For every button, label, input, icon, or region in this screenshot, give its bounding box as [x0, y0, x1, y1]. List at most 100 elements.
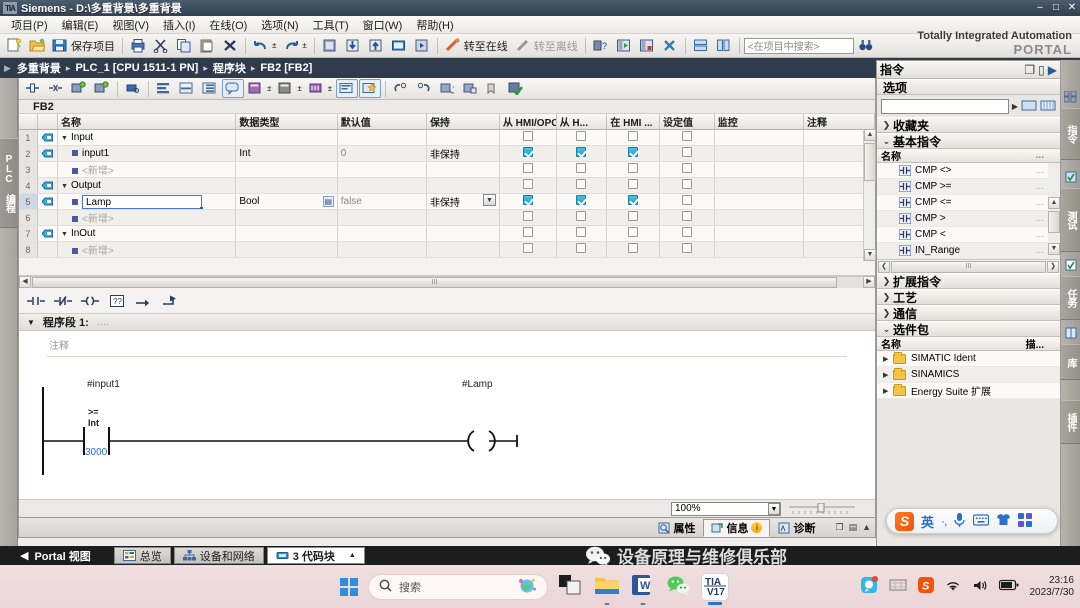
cell-setpoint[interactable] [659, 177, 715, 194]
breadcrumb-item-blocks[interactable]: 程序块 [213, 60, 246, 76]
menu-item-window[interactable]: 窗口(W) [356, 15, 410, 35]
cell-retain[interactable] [426, 241, 500, 258]
rail-tab-testing[interactable]: 测试 [1061, 188, 1080, 252]
wechat-icon[interactable] [666, 574, 692, 600]
maximize-button[interactable]: □ [1048, 0, 1064, 16]
open-project-button[interactable] [26, 36, 48, 56]
section-favorites[interactable]: ❯ 收藏夹 [877, 117, 1060, 133]
table-row[interactable]: 3 <新增> [19, 161, 876, 178]
output-coil-button[interactable] [79, 291, 101, 311]
cell-hmi-write-checkbox[interactable] [576, 147, 587, 157]
cell-hmi-opc[interactable] [499, 129, 557, 146]
close-branch-button[interactable] [160, 291, 182, 311]
taskbar-search-input[interactable]: 搜索 [368, 573, 548, 600]
normally-closed-contact-button[interactable] [52, 291, 74, 311]
menu-item-view[interactable]: 视图(V) [105, 15, 156, 35]
search-dropdown-icon[interactable]: ▶ [1012, 102, 1018, 111]
portal-button-code-blocks[interactable]: 3 代码块 ▲ [266, 547, 365, 564]
cell-hmi-write-checkbox[interactable] [576, 163, 587, 173]
list-item[interactable]: CMP >... [877, 211, 1060, 227]
cell-retain[interactable] [426, 177, 500, 194]
list-item[interactable]: CMP <=... [877, 195, 1060, 211]
hscroll-right-arrow[interactable]: ▶ [863, 276, 875, 288]
cell-hmi-opc-checkbox[interactable] [522, 243, 533, 253]
force-value-button[interactable] [459, 79, 481, 98]
cell-default[interactable]: false [337, 193, 427, 210]
breadcrumb-item-fb2[interactable]: FB2 [FB2] [260, 62, 312, 74]
new-project-button[interactable] [3, 36, 25, 56]
col-datatype[interactable]: 数据类型 [235, 114, 338, 130]
list-item[interactable]: IN_Range... [877, 243, 1060, 259]
network-header[interactable]: ▼ 程序段 1: .... [19, 314, 875, 331]
cell-monitor[interactable] [714, 177, 804, 194]
coil-operand-label[interactable]: #Lamp [462, 379, 493, 390]
cell-hmi-opc-checkbox[interactable] [522, 179, 533, 189]
cell-name[interactable]: ▼ InOut [57, 225, 237, 242]
row-expander-icon[interactable]: ▼ [61, 135, 68, 142]
basic-scroll-down-arrow[interactable]: ▼ [1048, 243, 1060, 255]
tia-portal-v17-icon[interactable]: TIA V17 [702, 573, 728, 605]
cell-setpoint-checkbox[interactable] [681, 195, 692, 205]
cell-default[interactable] [337, 225, 427, 242]
cell-hmi-write-checkbox[interactable] [576, 131, 587, 141]
cell-hmi-visible-checkbox[interactable] [628, 131, 639, 141]
save-project-button[interactable]: 保存项目 [49, 36, 118, 56]
cell-hmi-visible[interactable] [606, 209, 661, 226]
cell-name[interactable]: ▼ Input [57, 129, 237, 146]
datatype-picker-button[interactable]: ▤ [322, 196, 334, 207]
table-horizontal-scrollbar[interactable]: ◀ III ▶ [19, 275, 875, 288]
apps-icon[interactable] [1018, 512, 1033, 530]
scroll-thumb[interactable] [864, 143, 876, 181]
retain-dropdown-button[interactable]: ▼ [482, 194, 496, 206]
go-online-button[interactable]: 转至在线 [442, 36, 511, 56]
chevron-right-icon[interactable]: ▶ [883, 371, 893, 379]
list-item[interactable]: CMP >=... [877, 179, 1060, 195]
cell-retain[interactable]: ▼ 非保持 [426, 193, 500, 210]
cell-hmi-write-checkbox[interactable] [576, 243, 587, 253]
cell-setpoint[interactable] [659, 145, 715, 162]
table-vertical-scrollbar[interactable]: ▲ ▼ [863, 129, 876, 261]
tab-info[interactable]: 信息 i [703, 518, 771, 537]
section-basic-instructions[interactable]: ⌄ 基本指令 [877, 133, 1060, 149]
consistency-check-button[interactable] [505, 79, 527, 98]
cell-datatype[interactable] [235, 209, 338, 226]
breadcrumb-item-project[interactable]: 多重背景 [17, 60, 61, 76]
sidebar-tab-plc-programming[interactable]: PLC 编程 [0, 138, 18, 228]
cell-hmi-visible[interactable] [606, 177, 661, 194]
cell-hmi-visible[interactable] [606, 241, 661, 258]
col-monitor[interactable]: 监控 [714, 114, 804, 130]
tab-properties[interactable]: 属性 [650, 519, 703, 537]
cell-monitor[interactable] [714, 161, 804, 178]
absolute-symbolic-button[interactable] [122, 79, 144, 98]
cell-datatype[interactable] [235, 129, 338, 146]
cell-hmi-visible-checkbox[interactable] [628, 243, 639, 253]
task-view-icon[interactable] [558, 574, 584, 600]
cell-datatype[interactable] [235, 225, 338, 242]
menu-item-insert[interactable]: 插入(I) [156, 15, 202, 35]
section-technology[interactable]: ❯ 工艺 [877, 289, 1060, 305]
cell-monitor[interactable] [714, 225, 804, 242]
rail-tab-libraries[interactable]: 库 [1061, 344, 1080, 380]
cell-hmi-opc-checkbox[interactable] [522, 163, 533, 173]
list-item[interactable]: ▶ SIMATIC Ident [877, 351, 1060, 367]
modify-value-button[interactable] [436, 79, 458, 98]
redo-button[interactable]: ± [280, 36, 309, 56]
testing-icon[interactable] [1061, 168, 1080, 186]
cell-datatype[interactable]: ▤ Bool [235, 193, 338, 210]
table-row[interactable]: 6 <新增> [19, 209, 876, 226]
cell-setpoint[interactable] [659, 225, 715, 242]
basic-hscroll-left[interactable]: ❮ [878, 260, 890, 273]
cell-monitor[interactable] [714, 129, 804, 146]
tab-diagnostics[interactable]: 诊断 [770, 519, 823, 537]
cell-setpoint-checkbox[interactable] [681, 147, 692, 157]
collapse-networks-button[interactable] [176, 79, 198, 98]
panel-layout-icon[interactable] [1061, 88, 1080, 106]
favorites-toggle-button[interactable] [359, 79, 382, 98]
menu-item-project[interactable]: 项目(P) [4, 15, 55, 35]
zoom-slider[interactable] [787, 502, 857, 515]
col-comment[interactable]: 注释 [803, 114, 876, 130]
cell-default[interactable] [337, 129, 427, 146]
table-row[interactable]: 2 input1 Int 0 非保持 [19, 145, 876, 162]
project-search-input[interactable]: <在项目中搜索> [743, 37, 854, 54]
contact-operand-label[interactable]: #input1 [87, 379, 120, 390]
